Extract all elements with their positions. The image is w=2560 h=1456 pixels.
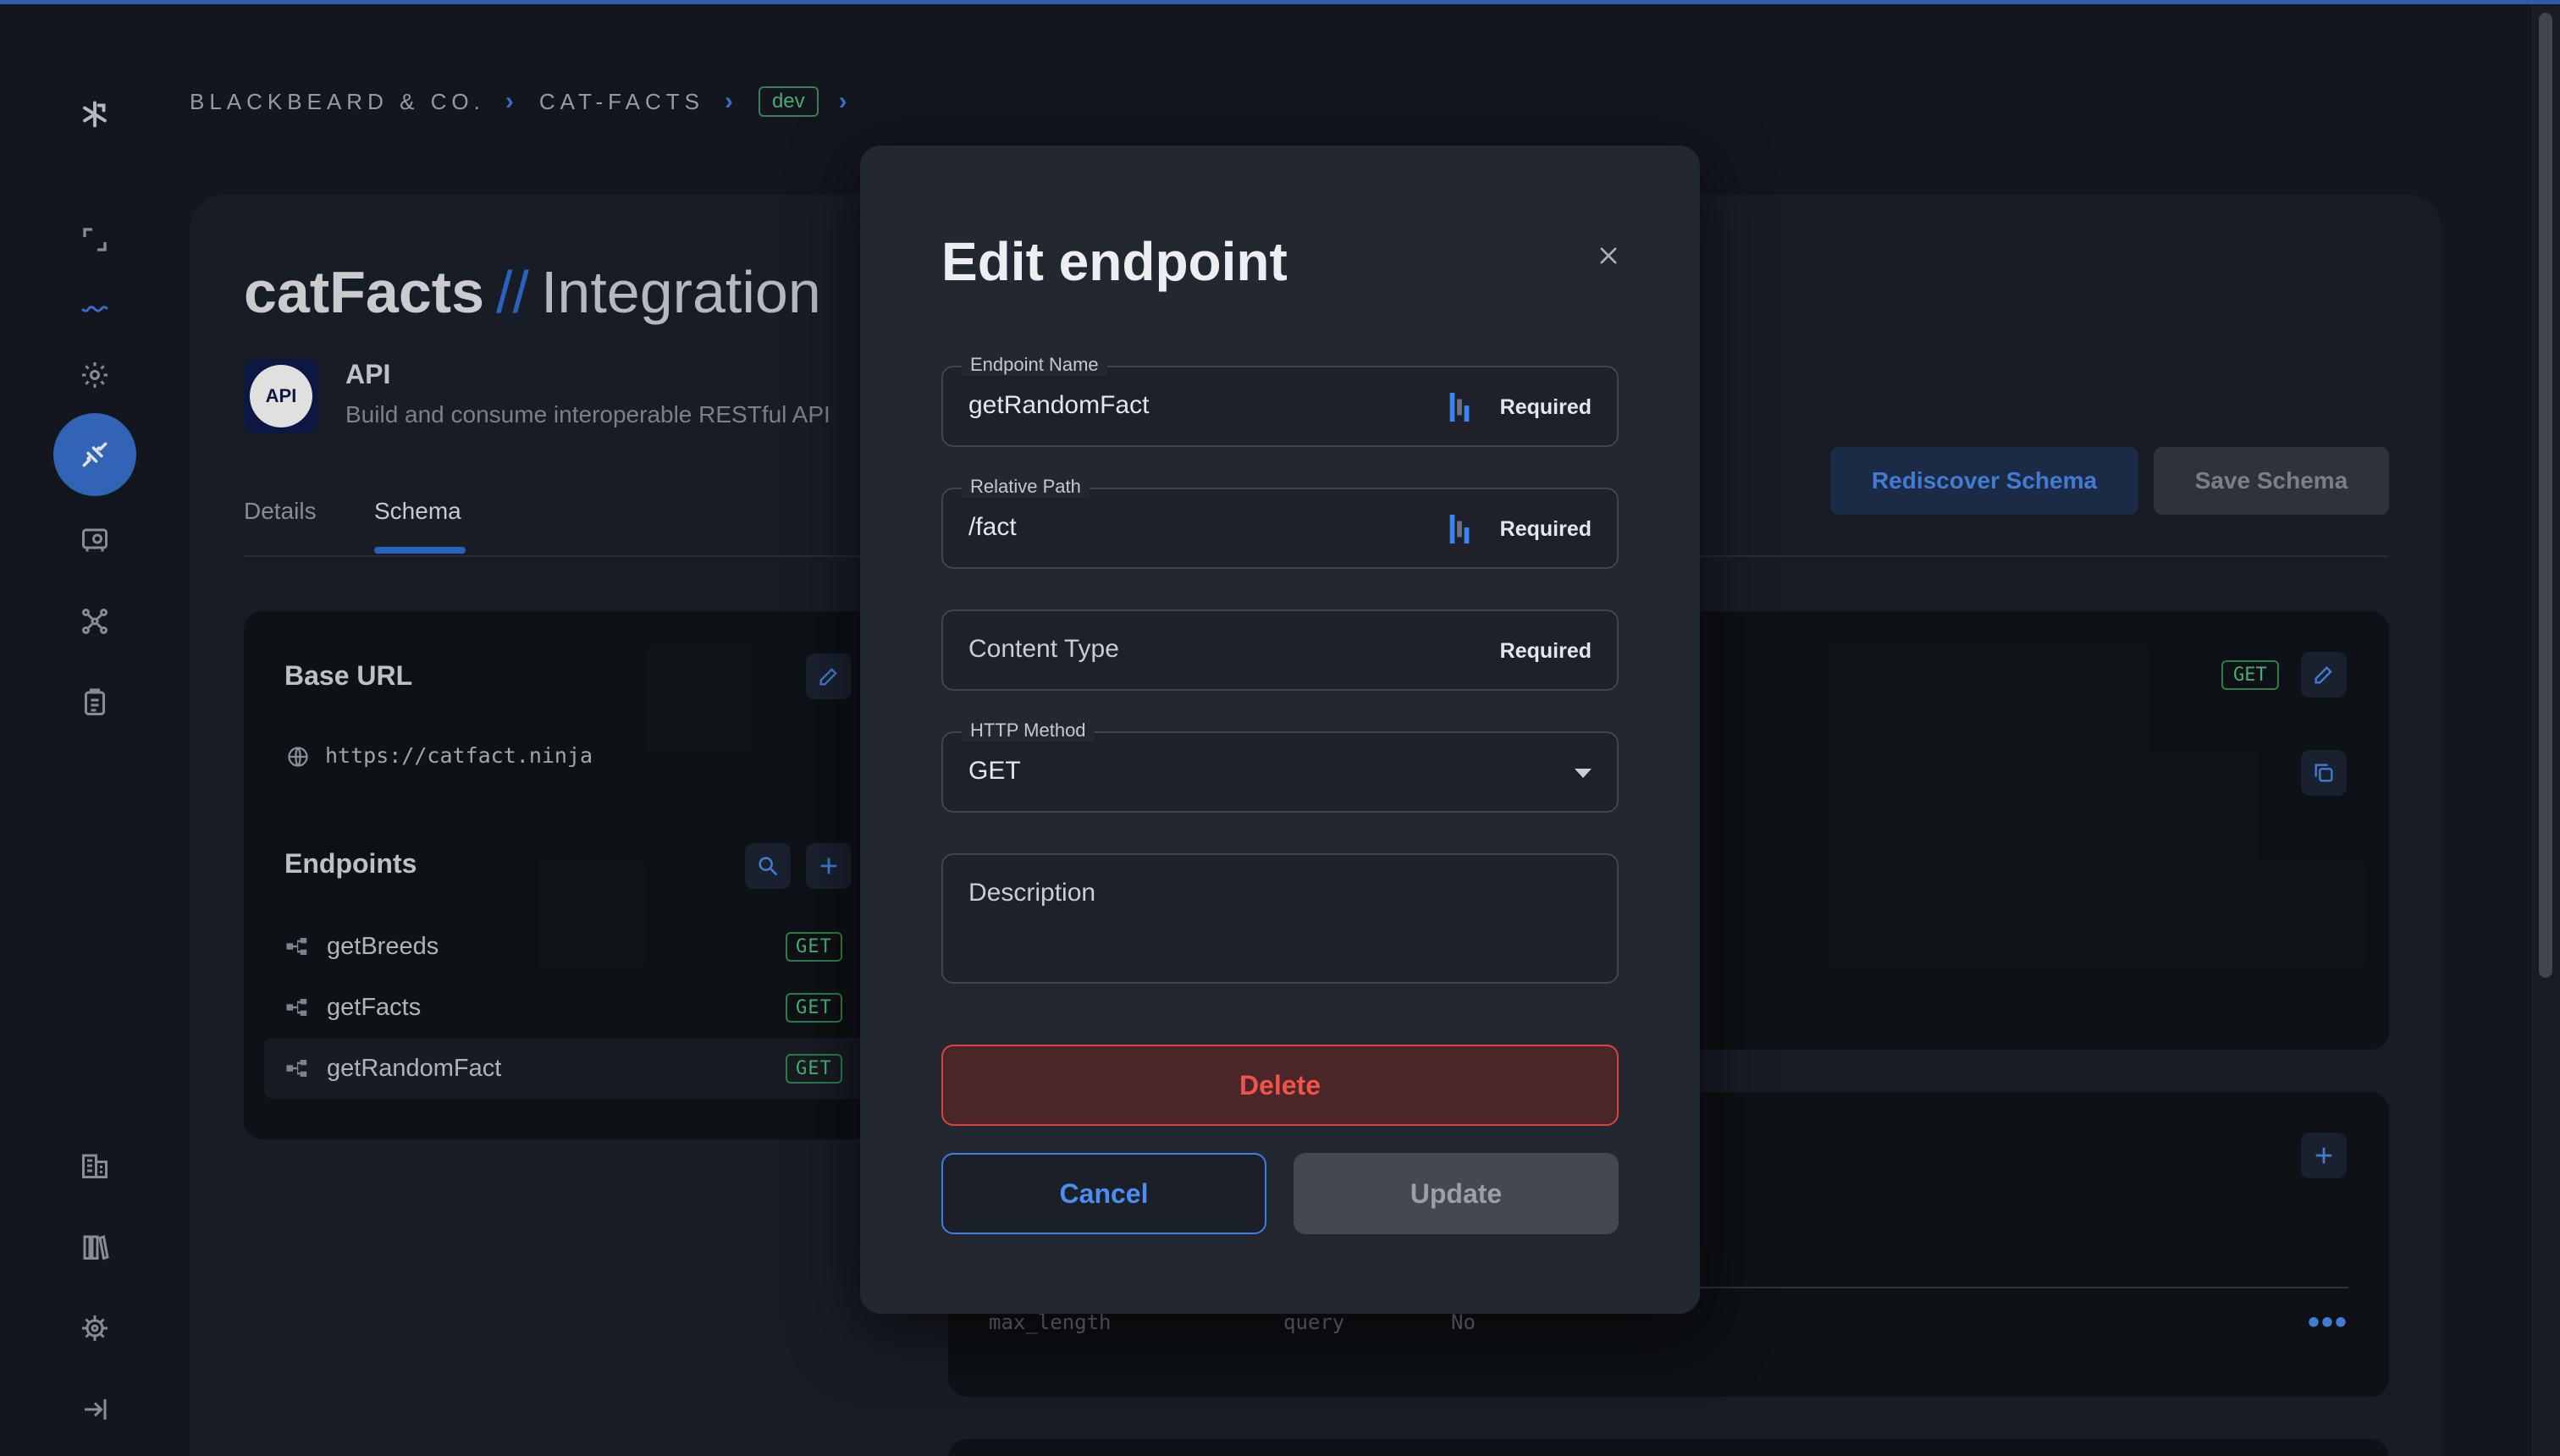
required-indicator: Required — [1499, 395, 1592, 419]
variable-icon[interactable] — [1449, 515, 1470, 543]
close-icon[interactable] — [1583, 230, 1634, 281]
content-type-field[interactable]: Content Type Required — [941, 609, 1619, 691]
relative-path-field[interactable]: Relative Path /fact Required — [941, 476, 1619, 569]
description-input[interactable]: Description — [968, 879, 1095, 907]
http-method-select[interactable]: HTTP Method GET — [941, 720, 1619, 813]
caret-down-icon[interactable] — [1575, 769, 1592, 778]
required-indicator: Required — [1499, 517, 1592, 541]
edit-endpoint-modal: Edit endpoint Endpoint Name getRandomFac… — [860, 146, 1700, 1314]
update-button[interactable]: Update — [1294, 1153, 1619, 1234]
description-field[interactable]: Description — [941, 853, 1619, 984]
relative-path-input[interactable]: /fact — [968, 513, 1017, 542]
http-method-label: HTTP Method — [962, 720, 1095, 742]
http-method-value[interactable]: GET — [968, 757, 1021, 786]
variable-icon[interactable] — [1449, 393, 1470, 422]
endpoint-name-input[interactable]: getRandomFact — [968, 391, 1149, 420]
content-type-input[interactable]: Content Type — [968, 635, 1119, 664]
required-indicator: Required — [1499, 639, 1592, 663]
delete-button[interactable]: Delete — [941, 1045, 1619, 1126]
relative-path-label: Relative Path — [962, 476, 1090, 498]
endpoint-name-field[interactable]: Endpoint Name getRandomFact Required — [941, 354, 1619, 447]
modal-title: Edit endpoint — [941, 231, 1288, 292]
endpoint-name-label: Endpoint Name — [962, 354, 1107, 376]
cancel-button[interactable]: Cancel — [941, 1153, 1266, 1234]
